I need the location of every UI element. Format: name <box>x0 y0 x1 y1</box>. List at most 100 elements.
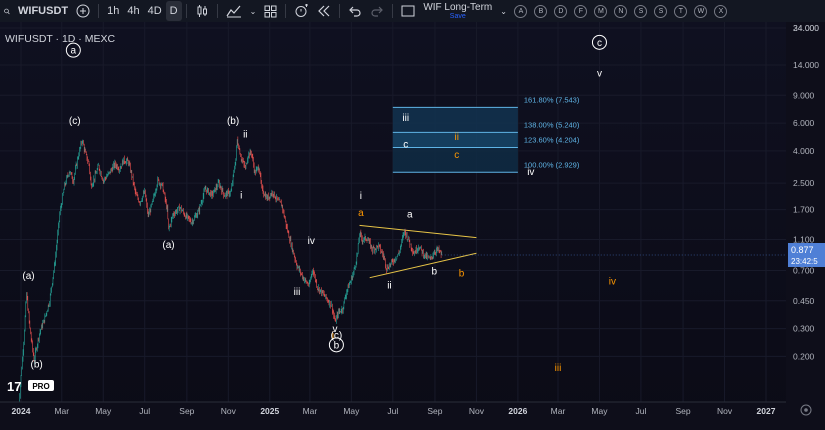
price-tick-label: 1.700 <box>793 205 815 215</box>
hotkey-b-1[interactable]: B <box>534 4 548 18</box>
timeframe-4d[interactable]: 4D <box>144 1 166 21</box>
wave-label: a <box>407 209 413 220</box>
bar-countdown: 23:42:5 <box>791 257 818 266</box>
alert-icon[interactable] <box>290 1 313 21</box>
time-tick-label: Sep <box>179 406 194 416</box>
layout-save-status: Save <box>449 12 466 20</box>
chart-title: WIFUSDT · 1D · MEXC <box>5 33 115 45</box>
time-tick-label: Jul <box>387 406 398 416</box>
indicators-icon[interactable] <box>222 1 246 21</box>
wave-label: a <box>71 46 77 57</box>
last-price-label: 0.877 23:42:5 <box>788 243 825 267</box>
time-tick-label: Nov <box>717 406 733 416</box>
time-tick-label: Nov <box>469 406 485 416</box>
symbol-search-icon[interactable] <box>0 1 14 21</box>
tv-logo-mark: 17 <box>7 379 21 394</box>
wave-label: c <box>403 140 408 151</box>
fib-level-label: 123.60% (4.204) <box>524 135 580 144</box>
replay-icon[interactable] <box>313 1 335 21</box>
hotkey-m-4[interactable]: M <box>594 4 608 18</box>
top-toolbar: WIFUSDT 1h 4h 4D D ⌄ WIF Long-Term Save … <box>0 0 825 23</box>
time-tick-label: Jul <box>635 406 646 416</box>
time-tick-label: Mar <box>551 406 566 416</box>
last-price-value: 0.877 <box>791 245 814 255</box>
wave-label: iv <box>308 236 315 247</box>
chart-canvas[interactable]: 161.80% (7.543) 138.00% (5.240) 123.60% (4… <box>0 22 825 430</box>
wave-label: iii <box>294 287 301 298</box>
hotkey-s-7[interactable]: S <box>654 4 668 18</box>
time-tick-label: 2027 <box>757 406 776 416</box>
price-tick-label: 9.000 <box>793 90 815 100</box>
wave-label: (b) <box>31 360 43 371</box>
chart-background <box>0 22 825 430</box>
time-axis-background <box>0 402 825 430</box>
pro-badge-text: PRO <box>32 382 49 391</box>
wave-label: ii <box>454 132 458 143</box>
time-tick-label: 2025 <box>260 406 279 416</box>
wave-label: c <box>597 38 602 49</box>
layout-checkbox-icon[interactable] <box>397 1 419 21</box>
wave-label: b <box>432 267 438 278</box>
wave-label: i <box>240 190 242 201</box>
layout-grid-icon[interactable] <box>260 1 281 21</box>
timeframe-d[interactable]: D <box>165 1 182 21</box>
wave-label: iii <box>402 113 409 124</box>
fib-level-label: 161.80% (7.543) <box>524 95 580 104</box>
time-tick-label: May <box>343 406 360 416</box>
wave-label: v <box>597 69 602 80</box>
time-tick-label: 2026 <box>508 406 527 416</box>
symbol-name[interactable]: WIFUSDT <box>14 1 72 21</box>
hotkey-t-8[interactable]: T <box>674 4 688 18</box>
wave-label: b <box>334 340 340 351</box>
price-tick-label: 0.450 <box>793 296 815 306</box>
hotkey-n-5[interactable]: N <box>614 4 628 18</box>
fib-level-label: 138.00% (5.240) <box>524 120 580 129</box>
undo-icon[interactable] <box>344 1 366 21</box>
time-tick-label: Sep <box>427 406 442 416</box>
indicators-dropdown-icon[interactable]: ⌄ <box>246 1 261 21</box>
price-tick-label: 0.200 <box>793 351 815 361</box>
hotkey-f-3[interactable]: F <box>574 4 588 18</box>
wave-label: (c) <box>69 116 81 127</box>
time-tick-label: May <box>591 406 608 416</box>
hotkey-x-10[interactable]: X <box>714 4 728 18</box>
time-tick-label: Jul <box>139 406 150 416</box>
wave-label: ii <box>387 280 391 291</box>
layout-name[interactable]: WIF Long-Term Save <box>419 1 496 21</box>
time-tick-label: 2024 <box>12 406 31 416</box>
hotkey-d-2[interactable]: D <box>554 4 568 18</box>
wave-label: c <box>454 150 459 161</box>
fib-zone <box>392 107 518 133</box>
time-tick-label: Nov <box>221 406 237 416</box>
price-tick-label: 0.300 <box>793 324 815 334</box>
price-tick-label: 4.000 <box>793 146 815 156</box>
drawing-hotkeys: ABDFMNSSTWX <box>511 4 731 18</box>
price-tick-label: 6.000 <box>793 118 815 128</box>
wave-label: iv <box>527 167 534 178</box>
compare-symbol-icon[interactable] <box>72 1 94 21</box>
hotkey-w-9[interactable]: W <box>694 4 708 18</box>
wave-label: ii <box>243 130 247 141</box>
timeframe-4h[interactable]: 4h <box>123 1 143 21</box>
wave-label: (a) <box>22 271 34 282</box>
wave-label: (b) <box>227 116 239 127</box>
wave-label: a <box>358 208 364 219</box>
price-tick-label: 2.500 <box>793 178 815 188</box>
time-tick-label: Sep <box>676 406 691 416</box>
wave-label: i <box>360 191 362 202</box>
wave-label: b <box>459 269 465 280</box>
timeframe-1h[interactable]: 1h <box>103 1 123 21</box>
layout-title: WIF Long-Term <box>423 1 493 13</box>
redo-icon[interactable] <box>366 1 388 21</box>
wave-label: (a) <box>162 240 174 251</box>
layout-dropdown-icon[interactable]: ⌄ <box>496 1 511 21</box>
price-tick-label: 14.000 <box>793 60 819 70</box>
hotkey-s-6[interactable]: S <box>634 4 648 18</box>
hotkey-a-0[interactable]: A <box>514 4 528 18</box>
time-tick-label: Mar <box>303 406 318 416</box>
candle-style-icon[interactable] <box>191 1 213 21</box>
price-tick-label: 1.100 <box>793 234 815 244</box>
time-tick-label: Mar <box>54 406 69 416</box>
time-tick-label: May <box>95 406 112 416</box>
wave-label: iv <box>609 277 616 288</box>
